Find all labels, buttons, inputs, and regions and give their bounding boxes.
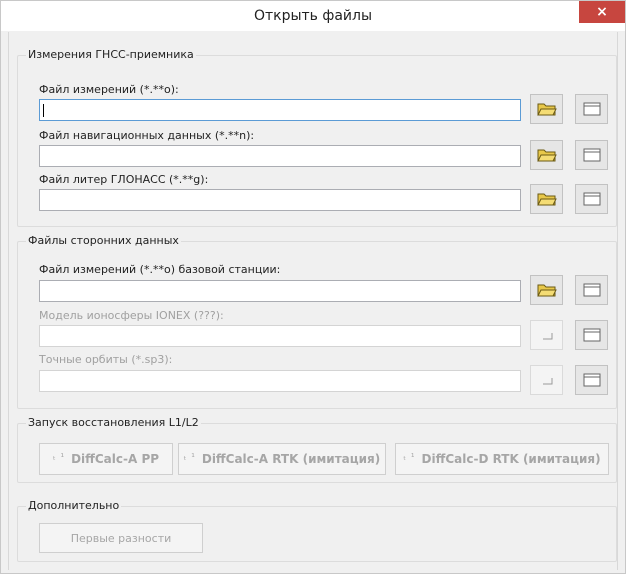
- diffcalc-a-rtk-button[interactable]: ₜ ¹ DiffCalc-A RTK (имитация): [178, 443, 386, 475]
- folder-open-icon: [536, 103, 557, 116]
- ionex-model-browse-button[interactable]: [530, 320, 563, 350]
- run-prefix-icon: ₜ ¹: [52, 453, 66, 463]
- folder-open-icon: [536, 149, 557, 162]
- precise-orbits-label: Точные орбиты (*.sp3):: [39, 353, 173, 366]
- run-button-label: DiffCalc-A RTK (имитация): [201, 452, 381, 466]
- base-station-file-label: Файл измерений (*.**o) базовой станции:: [39, 263, 281, 276]
- window-icon: [583, 328, 600, 342]
- navigation-file-input[interactable]: [39, 145, 521, 167]
- folder-open-icon: [536, 284, 557, 297]
- navigation-file-browse-button[interactable]: [530, 140, 563, 170]
- window-icon: [583, 148, 600, 162]
- diffcalc-a-pp-button[interactable]: ₜ ¹ DiffCalc-A PP: [39, 443, 173, 475]
- ionex-model-label: Модель ионосферы IONEX (???):: [39, 309, 224, 322]
- external-group-legend: Файлы сторонних данных: [26, 234, 181, 247]
- ionex-model-view-button[interactable]: [575, 320, 608, 350]
- extra-group-legend: Дополнительно: [26, 499, 122, 512]
- text-caret: [43, 104, 44, 117]
- title-bar: Открыть файлы ×: [1, 1, 625, 31]
- glonass-file-label: Файл литер ГЛОНАСС (*.**g):: [39, 173, 209, 186]
- small-corner-icon: [542, 378, 552, 385]
- run-group-legend: Запуск восстановления L1/L2: [26, 416, 201, 429]
- run-button-label: DiffCalc-D RTK (имитация): [421, 452, 601, 466]
- run-button-label: DiffCalc-A PP: [71, 452, 160, 466]
- observation-file-browse-button[interactable]: [530, 94, 563, 124]
- precise-orbits-view-button[interactable]: [575, 365, 608, 395]
- base-station-file-browse-button[interactable]: [530, 275, 563, 305]
- navigation-file-view-button[interactable]: [575, 140, 608, 170]
- window-icon: [583, 102, 600, 116]
- precise-orbits-input[interactable]: [39, 370, 521, 392]
- dialog-title: Открыть файлы: [253, 8, 373, 24]
- gnss-group-legend: Измерения ГНСС-приемника: [26, 48, 196, 61]
- observation-file-view-button[interactable]: [575, 94, 608, 124]
- base-station-file-view-button[interactable]: [575, 275, 608, 305]
- run-prefix-icon: ₜ ¹: [183, 453, 196, 463]
- dialog-client-area: Измерения ГНСС-приемника Файл измерений …: [8, 32, 618, 570]
- folder-open-icon: [536, 193, 557, 206]
- observation-file-input[interactable]: [39, 99, 521, 121]
- glonass-file-input[interactable]: [39, 189, 521, 211]
- first-differences-button[interactable]: Первые разности: [39, 523, 203, 553]
- glonass-file-browse-button[interactable]: [530, 184, 563, 214]
- precise-orbits-browse-button[interactable]: [530, 365, 563, 395]
- glonass-file-view-button[interactable]: [575, 184, 608, 214]
- window-icon: [583, 283, 600, 297]
- window-icon: [583, 373, 600, 387]
- base-station-file-input[interactable]: [39, 280, 521, 302]
- navigation-file-label: Файл навигационных данных (*.**n):: [39, 129, 255, 142]
- observation-file-label: Файл измерений (*.**o):: [39, 83, 179, 96]
- close-button[interactable]: ×: [579, 1, 625, 23]
- run-prefix-icon: ₜ ¹: [403, 453, 416, 463]
- ionex-model-input[interactable]: [39, 325, 521, 347]
- diffcalc-d-rtk-button[interactable]: ₜ ¹ DiffCalc-D RTK (имитация): [395, 443, 609, 475]
- small-corner-icon: [542, 333, 552, 340]
- open-files-dialog: Открыть файлы × Измерения ГНСС-приемника…: [0, 0, 626, 574]
- window-icon: [583, 192, 600, 206]
